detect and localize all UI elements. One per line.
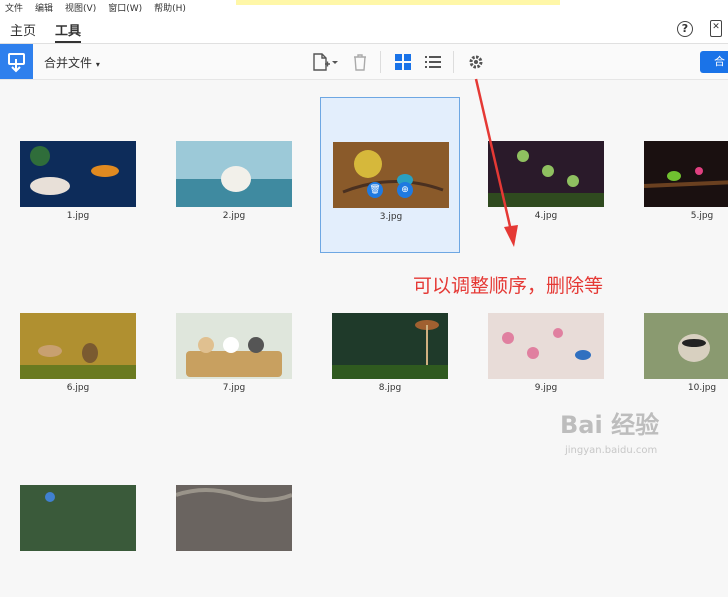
tab-tools[interactable]: 工具 [55,20,82,43]
thumbnail-label: 7.jpg [222,383,246,393]
thumbnail-label: 1.jpg [66,211,90,221]
thumbnail-image [176,313,292,379]
menu-file[interactable]: 文件 [5,1,23,14]
thumbnail-label: 10.jpg [687,383,717,393]
annotation-text: 可以调整顺序，删除等 [413,275,604,297]
exit-icon[interactable]: ✕ [710,20,722,37]
thumbnail-image [176,485,292,551]
thumbnail-label: 2.jpg [222,211,246,221]
thumbnail-image [644,313,728,379]
merge-tool-icon[interactable] [0,44,33,79]
thumbnail-card[interactable]: 5.jpg [632,97,728,253]
watermark-logo: Bai 经验 [560,411,660,439]
thumbnail-card[interactable] [8,441,148,597]
thumbnail-label: 8.jpg [378,383,402,393]
gear-icon[interactable] [466,52,486,72]
grid-view-icon[interactable] [393,52,413,72]
thumbnail-card[interactable]: 1.jpg [8,97,148,253]
list-view-icon[interactable] [423,52,443,72]
menu-edit[interactable]: 编辑 [35,1,53,14]
thumbnail-label: 9.jpg [534,383,558,393]
tab-home[interactable]: 主页 [10,20,36,39]
thumbnail-image [20,141,136,207]
merge-files-dropdown[interactable]: 合并文件 ▾ [44,54,100,71]
trash-icon[interactable] [350,52,370,72]
help-icon[interactable]: ? [677,21,693,37]
toolbar-divider [453,51,454,73]
caret-down-icon: ▾ [95,60,100,69]
add-file-icon[interactable] [311,52,331,72]
trash-icon[interactable]: 🗑 [367,182,383,198]
tab-bar: 主页 工具 [0,14,728,44]
thumbnail-image [176,141,292,207]
watermark-url: jingyan.baidu.com [565,445,658,456]
menu-window[interactable]: 窗口(W) [108,1,142,14]
thumbnail-image [644,141,728,207]
caret-down-icon[interactable] [331,52,339,72]
thumbnail-image [20,485,136,551]
annotation-arrow [474,78,518,247]
thumbnail-card[interactable]: 10.jpg [632,269,728,425]
merge-button[interactable]: 合 [700,51,728,73]
thumbnail-label: 3.jpg [379,212,403,222]
menu-help[interactable]: 帮助(H) [154,1,186,14]
thumbnail-label: 5.jpg [690,211,714,221]
toolbar-divider [380,51,381,73]
thumbnail-card-selected[interactable]: 🗑 ⊕ 3.jpg [320,97,460,253]
thumbnail-image [333,142,449,208]
thumbnail-card[interactable] [164,441,304,597]
thumbnail-image [20,313,136,379]
merge-files-label: 合并文件 [44,56,93,70]
thumbnail-label: 6.jpg [66,383,90,393]
menu-highlight [236,0,560,5]
thumbnail-card[interactable]: 7.jpg [164,269,304,425]
menu-view[interactable]: 视图(V) [65,1,96,14]
thumbnail-image [332,313,448,379]
thumbnail-card[interactable]: 2.jpg [164,97,304,253]
thumbnail-image [488,313,604,379]
zoom-in-icon[interactable]: ⊕ [397,182,413,198]
thumbnail-card[interactable]: 6.jpg [8,269,148,425]
